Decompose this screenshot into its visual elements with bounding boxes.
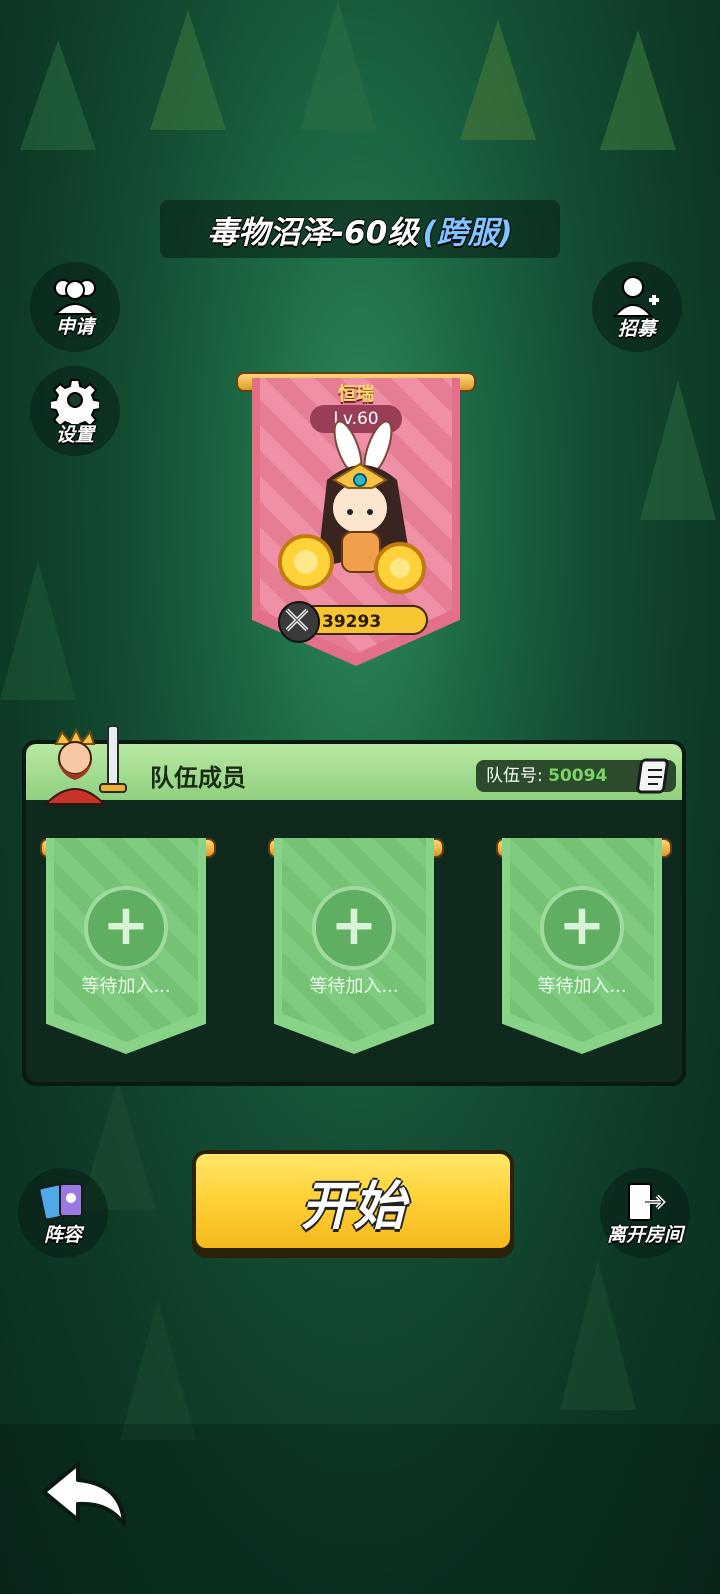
recruit-button[interactable]: 招募 bbox=[592, 262, 682, 352]
stage-title: 毒物沼泽-60级 (跨服) bbox=[160, 200, 560, 258]
leave-room-label: 离开房间 bbox=[606, 1223, 683, 1246]
background-tree bbox=[150, 10, 226, 130]
team-members-title: 队伍成员 bbox=[150, 764, 246, 792]
add-user-icon bbox=[613, 275, 659, 317]
slot-status: 等待加入... bbox=[309, 976, 399, 997]
copy-notebook-icon[interactable] bbox=[636, 758, 674, 794]
stage-name: 毒物沼泽-60级 bbox=[207, 214, 419, 251]
background-tree bbox=[600, 30, 676, 150]
back-arrow-icon[interactable] bbox=[38, 1458, 130, 1530]
leave-room-button[interactable]: 离开房间 bbox=[600, 1168, 690, 1258]
team-number-label: 队伍号: bbox=[486, 766, 543, 786]
team-number-value: 50094 bbox=[548, 766, 608, 786]
member-slot-3[interactable]: + 等待加入... bbox=[502, 838, 662, 1054]
crossed-swords-icon bbox=[278, 601, 320, 643]
plus-icon: + bbox=[312, 886, 396, 970]
background-tree bbox=[460, 20, 536, 140]
plus-icon: + bbox=[84, 886, 168, 970]
background-tree bbox=[300, 0, 376, 130]
exit-door-icon bbox=[628, 1182, 666, 1221]
slot-status: 等待加入... bbox=[537, 976, 627, 997]
recruit-label: 招募 bbox=[617, 317, 656, 340]
cross-server-tag: (跨服) bbox=[422, 214, 513, 251]
lineup-label: 阵容 bbox=[43, 1223, 82, 1246]
settings-button[interactable]: 设置 bbox=[30, 366, 120, 456]
king-avatar-icon bbox=[43, 725, 127, 805]
apply-label: 申请 bbox=[55, 315, 94, 338]
leader-name: 恒瑞 bbox=[338, 384, 374, 405]
group-icon bbox=[53, 278, 97, 315]
lineup-button[interactable]: 阵容 bbox=[18, 1168, 108, 1258]
start-button[interactable]: 开始 bbox=[192, 1150, 514, 1252]
apply-button[interactable]: 申请 bbox=[30, 262, 120, 352]
cards-icon bbox=[38, 1182, 83, 1220]
background-tree bbox=[0, 560, 76, 700]
hero-character-image bbox=[278, 420, 426, 594]
member-slot-2[interactable]: + 等待加入... bbox=[274, 838, 434, 1054]
background-tree bbox=[640, 380, 716, 520]
background-tree bbox=[120, 1300, 196, 1440]
plus-icon: + bbox=[540, 886, 624, 970]
member-slot-1[interactable]: + 等待加入... bbox=[46, 838, 206, 1054]
combat-power-value: 39293 bbox=[322, 612, 382, 632]
background-tree bbox=[560, 1260, 636, 1410]
slot-status: 等待加入... bbox=[81, 976, 171, 997]
settings-label: 设置 bbox=[55, 423, 94, 446]
gear-icon bbox=[51, 378, 99, 424]
background-tree bbox=[20, 40, 96, 150]
